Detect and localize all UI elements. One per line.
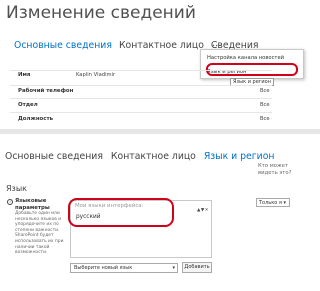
tab-basic-info[interactable]: Основные сведения [5, 151, 103, 162]
row-divider [10, 85, 272, 86]
info-icon: i [7, 199, 13, 205]
row-divider [10, 112, 272, 113]
language-list-highlight [68, 198, 174, 227]
page-title: Изменение сведений [6, 3, 196, 23]
add-language-button[interactable]: Добавить [182, 262, 212, 273]
new-language-select[interactable]: Выберите новый язык ▾ [70, 263, 178, 273]
language-settings-label: Языковые параметры [15, 198, 50, 211]
chevron-down-icon: ▾ [283, 200, 287, 206]
new-language-placeholder: Выберите новый язык [74, 265, 133, 271]
chevron-down-icon: ▾ [172, 265, 175, 271]
reorder-remove-icons[interactable]: ▲▼✕ [197, 208, 209, 213]
visibility-value: Только я [259, 200, 282, 206]
bottom-tabs: Основные сведения Контактное лицо Язык и… [5, 151, 279, 162]
row-divider [10, 70, 272, 71]
section-title-language: Язык [6, 184, 27, 193]
row-label-work-phone: Рабочий телефон [18, 88, 74, 94]
tab-contact[interactable]: Контактное лицо [119, 40, 204, 51]
screenshot-divider [0, 129, 320, 134]
tab-contact[interactable]: Контактное лицо [111, 151, 196, 162]
language-settings-description: Добавьте один или несколько языков и упо… [15, 211, 64, 256]
tab-basic-info[interactable]: Основные сведения [14, 40, 112, 51]
row-label-position: Должность [18, 116, 53, 122]
language-visibility-select[interactable]: Только я ▾ [256, 198, 290, 207]
row-visibility-position[interactable]: Все [260, 116, 270, 122]
more-tabs-button[interactable]: ... [212, 38, 222, 49]
row-visibility-department[interactable]: Все [260, 102, 270, 108]
who-can-see-header: Кто может видеть это? [258, 163, 292, 176]
row-divider [10, 98, 272, 99]
row-value-name: Kaplin Vladimir [76, 72, 116, 78]
row-label-name: Имя [18, 72, 31, 78]
tab-language-region[interactable]: Язык и регион [204, 151, 275, 162]
row-visibility-work-phone[interactable]: Все [260, 88, 270, 94]
dropdown-item-news-feed-settings[interactable]: Настройка канала новостей [207, 55, 284, 61]
row-label-department: Отдел [18, 102, 38, 108]
